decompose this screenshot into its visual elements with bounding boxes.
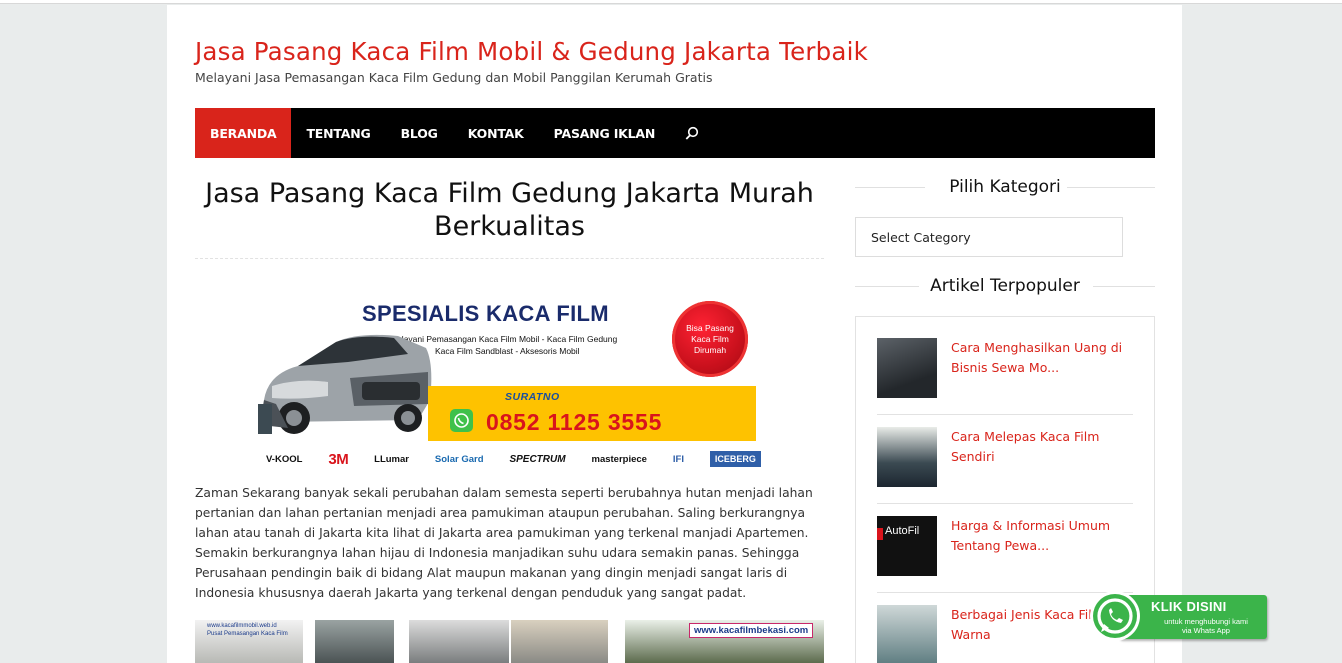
title-rule-right bbox=[1093, 286, 1155, 287]
contact-phone: 0852 1125 3555 bbox=[486, 409, 663, 435]
popular-link-2[interactable]: Cara Melepas Kaca Film Sendiri bbox=[951, 427, 1133, 467]
popular-thumb-3-text: AutoFil bbox=[885, 525, 920, 537]
nav-item-tentang[interactable]: TENTANG bbox=[291, 108, 385, 158]
banner-image[interactable]: SPESIALIS KACA FILM Melayani Pemasangan … bbox=[258, 293, 761, 471]
popular-link-1[interactable]: Cara Menghasilkan Uang di Bisnis Sewa Mo… bbox=[951, 338, 1133, 378]
title-rule-right bbox=[1067, 187, 1155, 188]
search-icon bbox=[685, 126, 699, 140]
post-image-row: www.kacafilmmobil.web.id Pusat Pemasanga… bbox=[195, 620, 824, 663]
nav-item-blog[interactable]: BLOG bbox=[386, 108, 453, 158]
badge-line-3: Dirumah bbox=[693, 345, 727, 355]
post-thumb-5[interactable]: www.kacafilmbekasi.com bbox=[625, 620, 824, 663]
whatsapp-label: KLIK DISINI bbox=[1151, 599, 1227, 614]
brand-masterpiece: masterpiece bbox=[591, 453, 647, 465]
post-thumb-2[interactable] bbox=[315, 620, 394, 663]
car-illustration bbox=[258, 334, 432, 434]
whatsapp-subline-1: untuk menghubungi kami bbox=[1164, 617, 1248, 626]
contact-panel: SURATNO 0852 1125 3555 bbox=[428, 386, 756, 441]
nav-item-beranda[interactable]: BERANDA bbox=[195, 108, 292, 158]
brand-3m: 3M bbox=[328, 450, 349, 468]
page-container: Jasa Pasang Kaca Film Mobil & Gedung Jak… bbox=[167, 5, 1182, 663]
thumb-caption-1: www.kacafilmmobil.web.id bbox=[207, 623, 277, 629]
brand-iceberg: ICEBERG bbox=[709, 451, 761, 467]
thumb-logo-mark bbox=[877, 528, 883, 540]
brand-llumar: LLumar bbox=[374, 453, 409, 465]
badge-line-2: Kaca Film bbox=[691, 334, 729, 344]
category-select[interactable]: Select Category bbox=[855, 217, 1123, 257]
popular-thumb-3[interactable]: AutoFil bbox=[877, 516, 937, 576]
brand-ifi: IFI bbox=[672, 453, 684, 465]
brand-solargard: Solar Gard bbox=[434, 453, 484, 465]
popular-thumb-4[interactable] bbox=[877, 605, 937, 663]
main-navigation: BERANDA TENTANG BLOG KONTAK PASANG IKLAN bbox=[195, 108, 1155, 158]
site-description: Melayani Jasa Pemasangan Kaca Film Gedun… bbox=[195, 70, 713, 85]
whatsapp-subline-2: via Whats App bbox=[1182, 626, 1230, 635]
widget-title-category: Pilih Kategori bbox=[855, 177, 1155, 197]
whatsapp-icon bbox=[1090, 591, 1140, 641]
contact-name: SURATNO bbox=[505, 391, 560, 403]
title-divider bbox=[195, 258, 824, 259]
post-thumb-4[interactable] bbox=[511, 620, 608, 663]
badge-home-service: Bisa Pasang Kaca Film Dirumah bbox=[672, 301, 748, 377]
popular-thumb-2[interactable] bbox=[877, 427, 937, 487]
whatsapp-icon bbox=[450, 409, 473, 432]
title-rule-left bbox=[855, 286, 919, 287]
widget-title-popular-label: Artikel Terpopuler bbox=[930, 276, 1080, 296]
search-button[interactable] bbox=[670, 108, 714, 158]
popular-thumb-1[interactable] bbox=[877, 338, 937, 398]
nav-item-pasang-iklan[interactable]: PASANG IKLAN bbox=[539, 108, 670, 158]
popular-divider bbox=[877, 503, 1133, 504]
brand-vkool: V-KOOL bbox=[266, 453, 303, 465]
thumb-caption-2: Pusat Pemasangan Kaca Film bbox=[207, 631, 288, 637]
popular-link-3[interactable]: Harga & Informasi Umum Tentang Pewa... bbox=[951, 516, 1133, 556]
widget-title-popular: Artikel Terpopuler bbox=[855, 276, 1155, 296]
site-title[interactable]: Jasa Pasang Kaca Film Mobil & Gedung Jak… bbox=[195, 37, 868, 66]
post-thumb-1[interactable]: www.kacafilmmobil.web.id Pusat Pemasanga… bbox=[195, 620, 303, 663]
whatsapp-floating-button[interactable]: KLIK DISINI untuk menghubungi kami via W… bbox=[1089, 590, 1269, 642]
title-rule-left bbox=[855, 187, 925, 188]
brand-logos: V-KOOL 3M LLumar Solar Gard SPECTRUM mas… bbox=[266, 448, 761, 470]
post-thumb-3[interactable] bbox=[409, 620, 509, 663]
browser-top-border bbox=[0, 0, 1342, 4]
badge-line-1: Bisa Pasang bbox=[686, 323, 734, 333]
post-paragraph: Zaman Sekarang banyak sekali perubahan d… bbox=[195, 486, 813, 600]
nav-item-kontak[interactable]: KONTAK bbox=[453, 108, 539, 158]
banner-subline-2: Kaca Film Sandblast - Aksesoris Mobil bbox=[435, 346, 580, 356]
thumb-caption-3: www.kacafilmbekasi.com bbox=[689, 623, 814, 638]
popular-divider bbox=[877, 414, 1133, 415]
widget-title-category-label: Pilih Kategori bbox=[949, 177, 1061, 197]
post-title: Jasa Pasang Kaca Film Gedung Jakarta Mur… bbox=[205, 178, 814, 242]
brand-spectrum: SPECTRUM bbox=[509, 453, 566, 465]
